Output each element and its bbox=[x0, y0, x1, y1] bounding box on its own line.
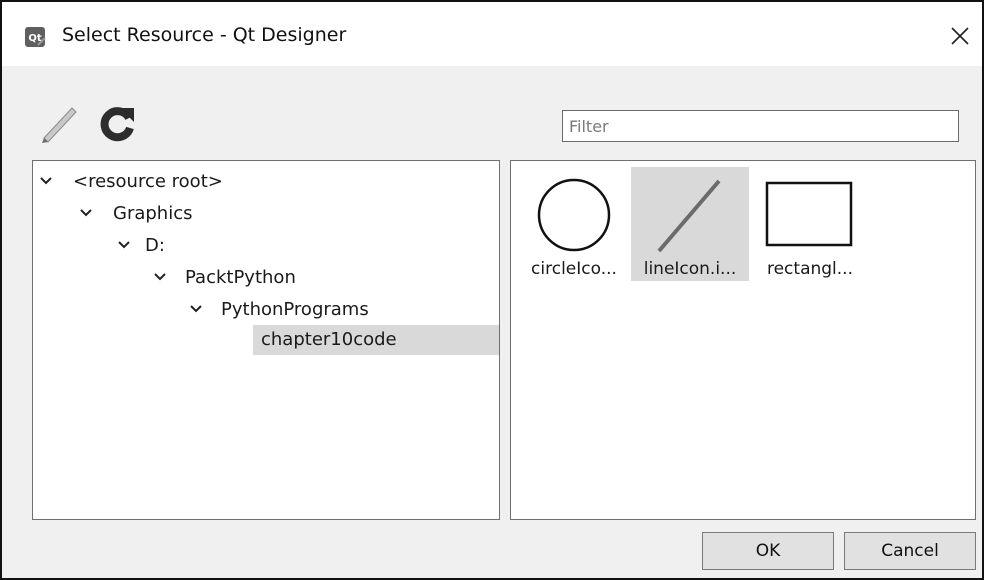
chevron-down-icon[interactable] bbox=[153, 271, 167, 283]
tree-item-packtpython[interactable]: PacktPython bbox=[33, 263, 499, 293]
filter-input[interactable] bbox=[562, 110, 959, 142]
select-resource-dialog: Qt Select Resource - Qt Designer <resour… bbox=[0, 0, 984, 580]
resource-item-circle[interactable]: circleIco... bbox=[515, 167, 633, 281]
resource-item-line[interactable]: lineIcon.i... bbox=[631, 167, 749, 281]
resource-item-label: circleIco... bbox=[531, 259, 617, 279]
chevron-down-icon[interactable] bbox=[39, 175, 53, 187]
chevron-down-icon[interactable] bbox=[189, 303, 203, 315]
reload-icon[interactable] bbox=[96, 102, 138, 144]
tree-item-label: Graphics bbox=[113, 203, 193, 224]
resource-item-rectangle[interactable]: rectangl... bbox=[751, 167, 869, 281]
close-icon bbox=[951, 27, 969, 45]
chevron-down-icon[interactable] bbox=[79, 207, 93, 219]
tree-item-resource-root[interactable]: <resource root> bbox=[33, 167, 499, 197]
rectangle-icon bbox=[765, 181, 853, 247]
tree-item-label: D: bbox=[145, 235, 165, 256]
tree-item-drive-d[interactable]: D: bbox=[33, 231, 499, 261]
cancel-button[interactable]: Cancel bbox=[844, 532, 976, 570]
tree-item-label: PythonPrograms bbox=[221, 299, 369, 320]
resource-icon-view[interactable]: circleIco... lineIcon.i... rectangl... bbox=[510, 160, 976, 520]
tree-item-chapter10code[interactable]: chapter10code bbox=[253, 325, 499, 355]
ok-button[interactable]: OK bbox=[702, 532, 834, 570]
tree-item-pythonprograms[interactable]: PythonPrograms bbox=[33, 295, 499, 325]
title-bar[interactable]: Qt Select Resource - Qt Designer bbox=[2, 2, 982, 66]
tree-item-label: chapter10code bbox=[261, 329, 397, 350]
circle-icon bbox=[537, 178, 611, 252]
pencil-icon[interactable] bbox=[38, 102, 80, 144]
tree-item-label: PacktPython bbox=[185, 267, 296, 288]
resource-item-label: rectangl... bbox=[766, 259, 853, 279]
qt-designer-icon: Qt bbox=[25, 27, 46, 47]
chevron-down-icon[interactable] bbox=[117, 239, 131, 251]
tree-item-label: <resource root> bbox=[73, 171, 223, 192]
resource-item-label: lineIcon.i... bbox=[643, 259, 737, 279]
close-button[interactable] bbox=[942, 18, 978, 54]
window-title: Select Resource - Qt Designer bbox=[62, 24, 347, 46]
line-icon bbox=[657, 179, 721, 253]
tree-item-graphics[interactable]: Graphics bbox=[33, 199, 499, 229]
resource-tree[interactable]: <resource root> Graphics D: PacktPython bbox=[32, 160, 500, 520]
